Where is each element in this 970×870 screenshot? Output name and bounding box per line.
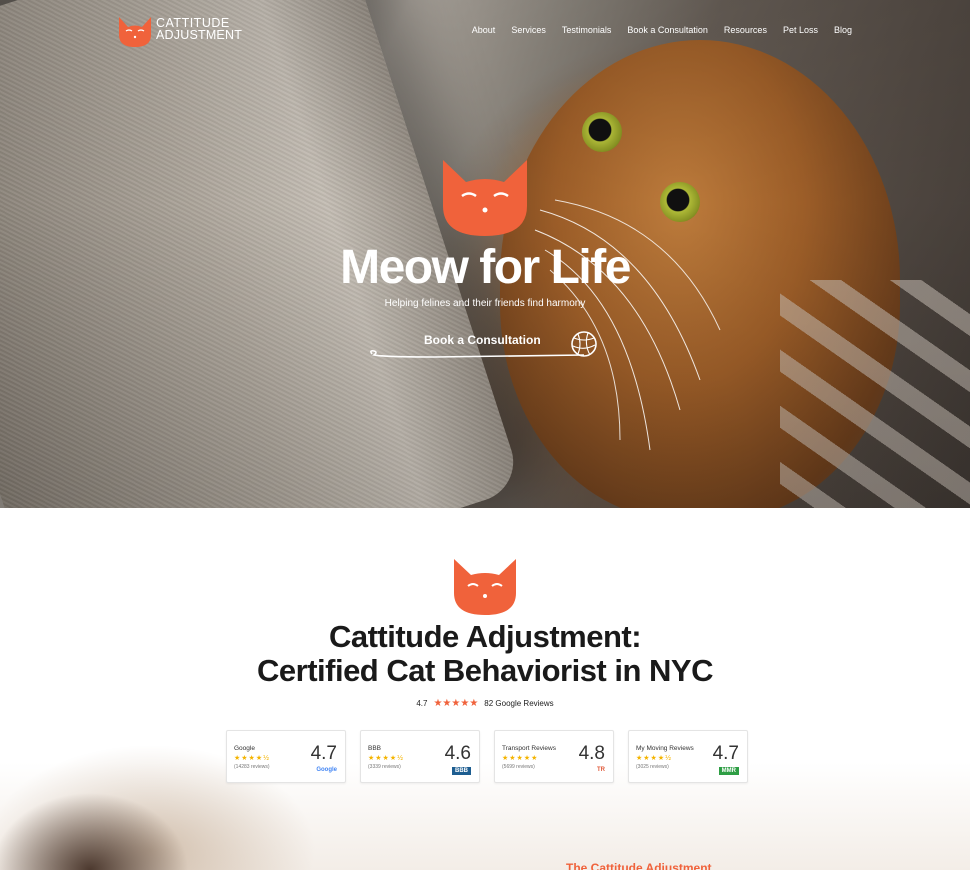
nav-item-blog[interactable]: Blog [834, 25, 852, 35]
my-moving-reviews-logo-icon: MMR [718, 767, 739, 775]
review-card-transport-reviews[interactable]: Transport Reviews ★★★★★ (5699 reviews) 4… [494, 730, 614, 783]
review-score: 4.7 [310, 743, 337, 764]
hero-subtitle: Helping felines and their friends find h… [384, 298, 586, 309]
rating-stars-icon: ★★★★★ [433, 698, 479, 709]
review-count: (3025 reviews) [636, 764, 669, 770]
review-card-google[interactable]: Google ★★★★½ (14283 reviews) 4.7 Google [226, 730, 346, 783]
nav-item-about[interactable]: About [472, 25, 496, 35]
review-score: 4.7 [712, 743, 739, 764]
section-title: Cattitude Adjustment: Certified Cat Beha… [0, 620, 970, 688]
hero-title: Meow for Life [340, 241, 631, 294]
review-score: 4.8 [578, 743, 605, 764]
hero-cat-icon [443, 160, 527, 236]
section-cat-icon [454, 559, 516, 615]
review-count: (5699 reviews) [502, 764, 535, 770]
nav-item-services[interactable]: Services [511, 25, 546, 35]
rating-value: 4.7 [416, 699, 428, 708]
yarn-ball-icon [370, 331, 597, 358]
review-source-name: BBB [368, 745, 382, 752]
review-stars-icon: ★★★★★ [502, 755, 539, 762]
book-consultation-button[interactable]: Book a Consultation [368, 326, 604, 366]
review-source-name: Google [234, 745, 255, 752]
main-menu: About Services Testimonials Book a Consu… [472, 25, 852, 35]
bottom-section-heading: The Cattitude Adjustment [566, 861, 712, 870]
review-source-name: Transport Reviews [502, 745, 556, 752]
cat-logo-icon [119, 17, 151, 47]
bbb-logo-icon: BBB [452, 767, 471, 775]
hero-section: CATTITUDE ADJUSTMENT About Services Test… [0, 0, 970, 508]
section-title-line1: Cattitude Adjustment: [328, 619, 642, 654]
nav-item-resources[interactable]: Resources [724, 25, 767, 35]
whiskers-decoration [534, 199, 721, 451]
google-logo-icon: Google [316, 767, 337, 773]
review-stars-icon: ★★★★½ [234, 755, 270, 762]
review-cards: Google ★★★★½ (14283 reviews) 4.7 Google … [226, 730, 748, 783]
section-title-line2: Certified Cat Behaviorist in NYC [257, 653, 713, 688]
google-rating-summary[interactable]: 4.7 ★★★★★ 82 Google Reviews [0, 698, 970, 709]
rating-review-count: 82 Google Reviews [484, 699, 554, 708]
nav-item-testimonials[interactable]: Testimonials [562, 25, 612, 35]
top-navigation: CATTITUDE ADJUSTMENT About Services Test… [0, 0, 970, 64]
brand-name-line2: ADJUSTMENT [156, 28, 243, 42]
review-count: (3339 reviews) [368, 764, 401, 770]
nav-item-pet-loss[interactable]: Pet Loss [783, 25, 818, 35]
review-source-name: My Moving Reviews [636, 745, 694, 752]
review-card-my-moving-reviews[interactable]: My Moving Reviews ★★★★½ (3025 reviews) 4… [628, 730, 748, 783]
brand-name: CATTITUDE ADJUSTMENT [156, 17, 243, 42]
review-stars-icon: ★★★★½ [368, 755, 404, 762]
review-stars-icon: ★★★★½ [636, 755, 672, 762]
nav-item-book-consultation[interactable]: Book a Consultation [627, 25, 708, 35]
review-score: 4.6 [444, 743, 471, 764]
review-card-bbb[interactable]: BBB ★★★★½ (3339 reviews) 4.6 BBB [360, 730, 480, 783]
transport-reviews-logo-icon: TR [597, 767, 605, 773]
review-count: (14283 reviews) [234, 764, 270, 770]
brand-logo[interactable]: CATTITUDE ADJUSTMENT [116, 15, 256, 51]
